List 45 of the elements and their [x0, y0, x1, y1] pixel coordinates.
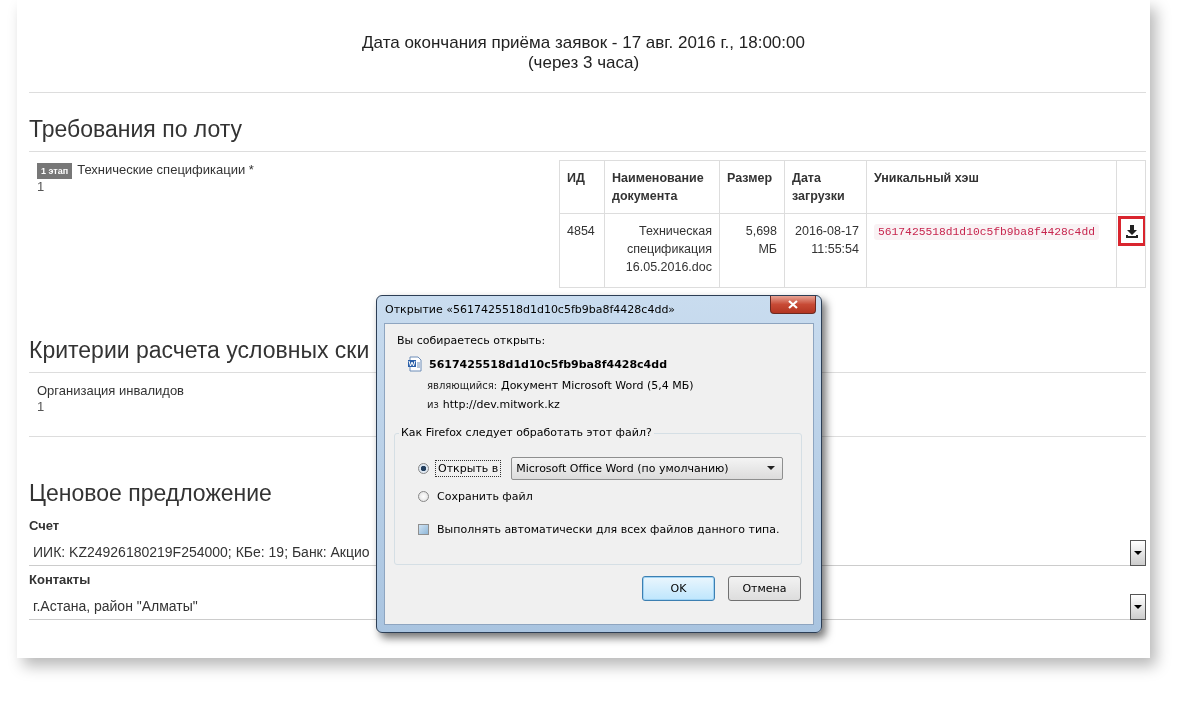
stage-badge: 1 этап: [37, 163, 73, 179]
column-header: ИД: [559, 160, 605, 214]
radio-label[interactable]: Сохранить файл: [435, 488, 535, 504]
criterion-value: 1: [37, 399, 45, 414]
download-button[interactable]: [1118, 216, 1146, 246]
document-icon: [407, 356, 423, 372]
column-header: Дата загрузки: [784, 160, 867, 214]
table-cell: 2016-08-17 11:55:54: [784, 213, 867, 288]
close-icon: [788, 300, 798, 309]
section-heading: Критерии расчета условных ски: [29, 336, 370, 365]
close-button[interactable]: [770, 296, 816, 314]
remaining-time-text: (через 3 часа): [526, 53, 641, 73]
requirement-value: 1: [37, 179, 45, 194]
dialog-text: Вы собираетесь открыть:: [397, 334, 547, 348]
column-header: Уникальный хэш: [866, 160, 1117, 214]
checkbox-label[interactable]: Выполнять автоматически для всех файлов данного типа.: [435, 522, 782, 537]
meta-label: из: [427, 398, 439, 411]
meta-value: Документ Microsoft Word (5,4 МБ): [501, 379, 694, 392]
column-header: Размер: [719, 160, 785, 214]
download-icon: [1125, 224, 1139, 238]
column-header: Наименование документа: [604, 160, 720, 214]
table-cell: 4854: [559, 213, 605, 288]
table-cell: Техническая спецификация 16.05.2016.doc: [604, 213, 720, 288]
app-dropdown[interactable]: Microsoft Office Word (по умолчанию): [511, 456, 784, 480]
meta-label: являющийся:: [427, 379, 498, 392]
section-heading: Ценовое предложение: [29, 479, 272, 508]
criterion-name: Организация инвалидов: [37, 383, 185, 399]
file-name: 5617425518d1d10c5fb9ba8f4428c4dd: [429, 357, 667, 371]
table-cell: 5,698 МБ: [719, 213, 785, 288]
dialog-button[interactable]: Отмена: [728, 576, 801, 601]
window-title: Открытие «5617425518d1d10c5fb9ba8f4428c4dd»: [385, 303, 676, 316]
deadline-text: Дата окончания приёма заявок - 17 авг. 2016 г., 18:00:00: [361, 33, 806, 53]
field-label: Контакты: [29, 571, 91, 589]
checkbox[interactable]: [418, 524, 429, 535]
radio-button[interactable]: [418, 490, 429, 502]
field-label: Счет: [29, 517, 60, 535]
radio-label[interactable]: Открыть в: [435, 459, 502, 477]
radio-button[interactable]: [418, 462, 429, 474]
meta-value: http://dev.mitwork.kz: [442, 398, 560, 411]
section-heading: Требования по лоту: [29, 115, 243, 144]
caret-icon: [767, 466, 776, 470]
requirement-name: Технические спецификации *: [77, 162, 254, 177]
dialog-button[interactable]: OK: [642, 576, 715, 601]
hash-code: 5617425518d1d10c5fb9ba8f4428c4dd: [874, 224, 1099, 240]
group-title: Как Firefox следует обработать этот файл?: [399, 426, 654, 439]
